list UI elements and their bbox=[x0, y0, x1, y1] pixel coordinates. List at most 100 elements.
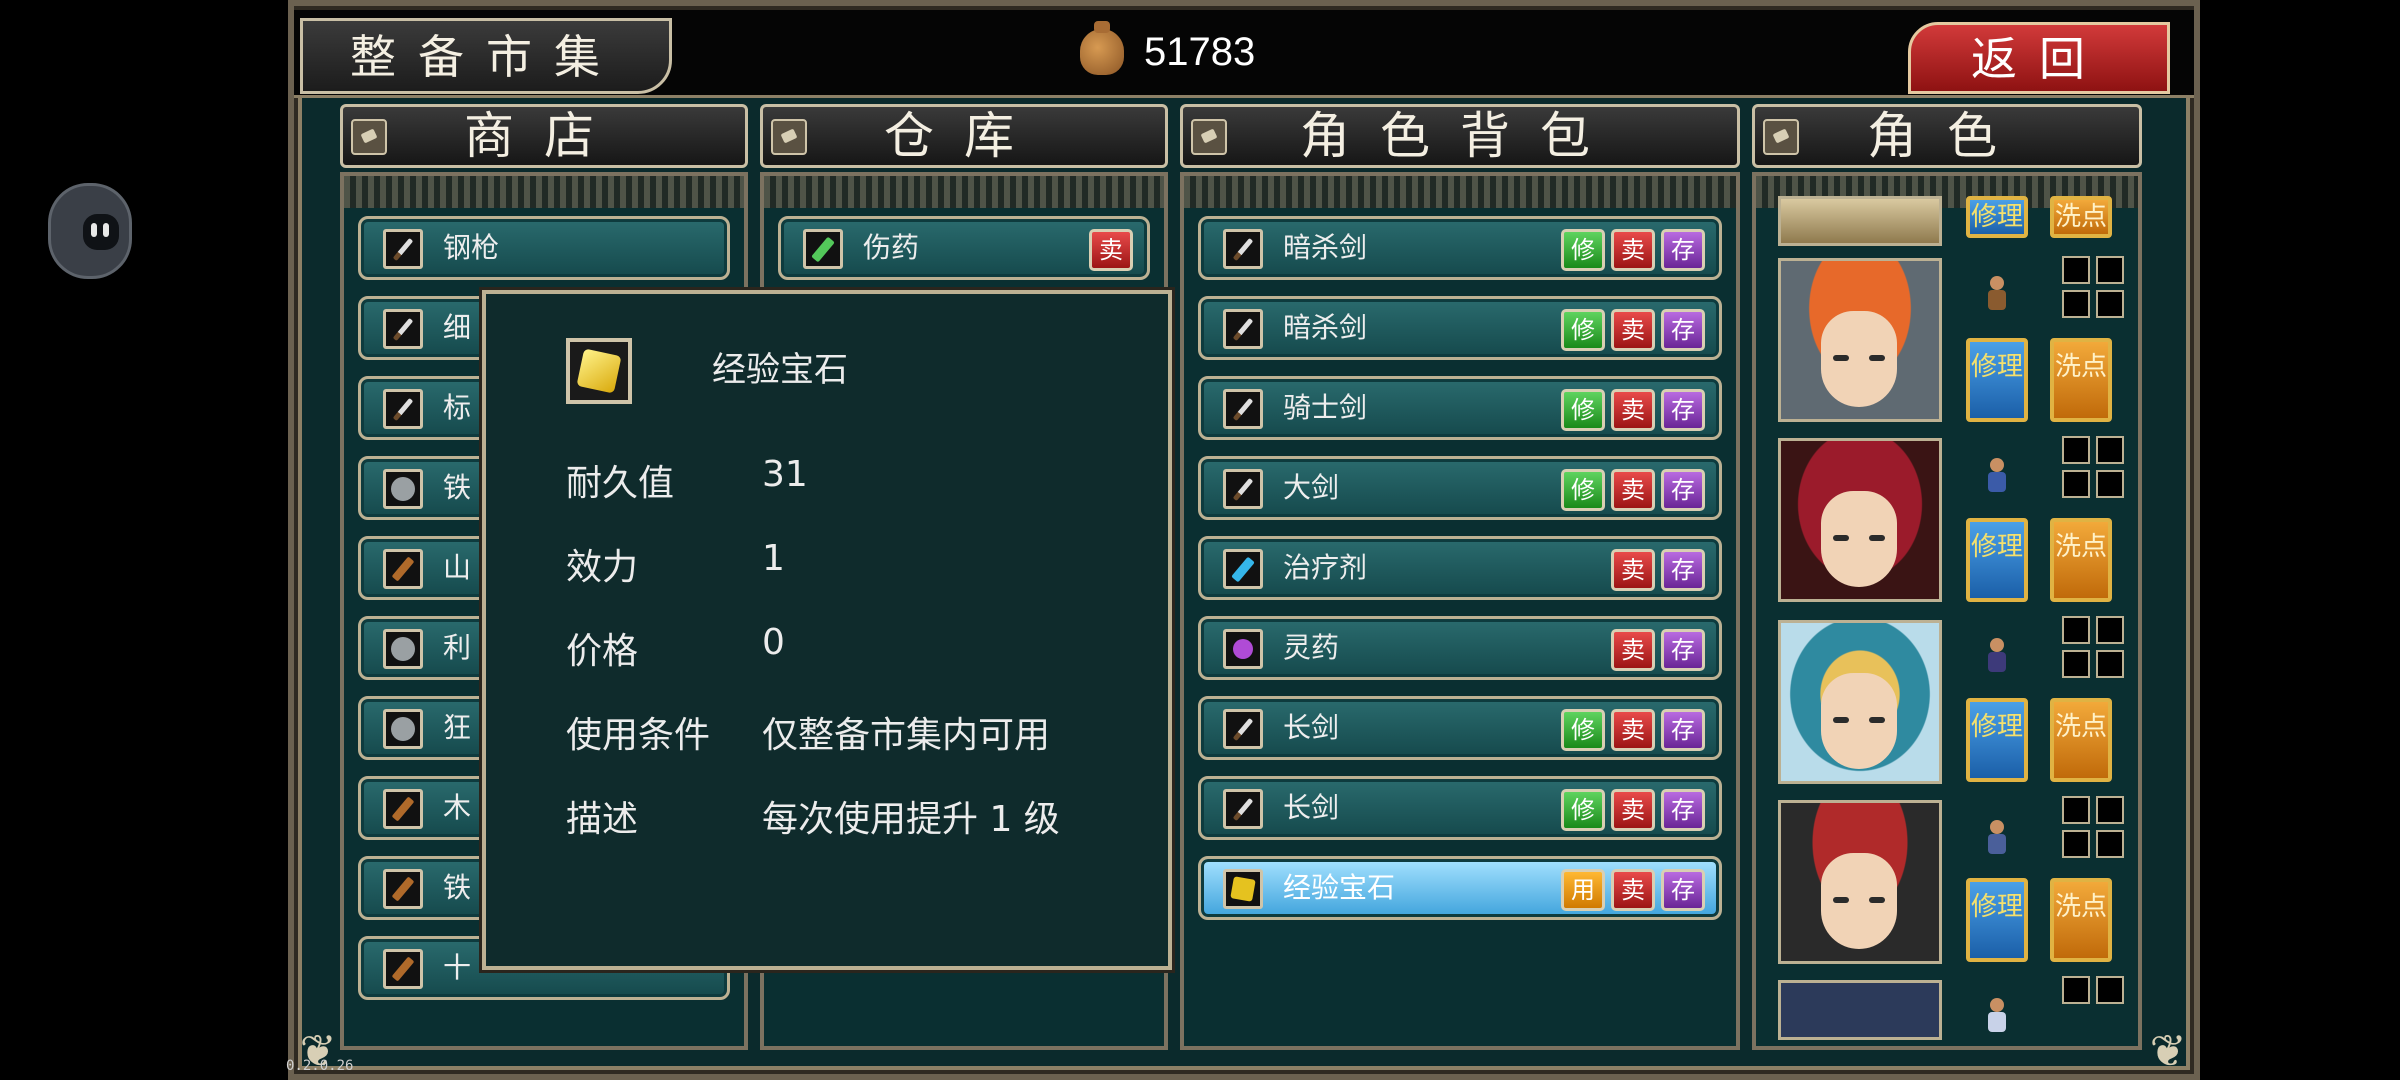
warehouse-item[interactable]: 伤药 卖 bbox=[778, 216, 1150, 280]
bag-item[interactable]: 骑士剑 修 卖 存 bbox=[1198, 376, 1722, 440]
character-portrait[interactable] bbox=[1778, 438, 1942, 602]
axe-icon bbox=[383, 469, 423, 509]
assassin-sword-icon bbox=[1223, 309, 1263, 349]
use-button[interactable]: 用 bbox=[1561, 869, 1605, 911]
bag-item[interactable]: 长剑 修 卖 存 bbox=[1198, 776, 1722, 840]
character-portrait[interactable] bbox=[1778, 258, 1942, 422]
condition-value: 仅整备市集内可用 bbox=[762, 715, 1051, 756]
item-detail-popup[interactable]: 经验宝石 耐久值 31 效力 1 价格 0 使用条件 仅整备市集内可用 描述 每… bbox=[482, 290, 1172, 970]
reset-points-button[interactable]: 洗点 bbox=[2050, 698, 2112, 782]
store-button[interactable]: 存 bbox=[1661, 549, 1705, 591]
sell-button[interactable]: 卖 bbox=[1089, 229, 1133, 271]
store-button[interactable]: 存 bbox=[1661, 469, 1705, 511]
reset-points-button[interactable]: 洗点 bbox=[2050, 518, 2112, 602]
bag-item-name: 暗杀剑 bbox=[1283, 311, 1368, 344]
sell-button[interactable]: 卖 bbox=[1611, 709, 1655, 751]
reset-points-button[interactable]: 洗点 bbox=[2050, 338, 2112, 422]
character-sprite bbox=[1978, 636, 2018, 676]
price-label: 价格 bbox=[566, 631, 639, 672]
bag-item[interactable]: 长剑 修 卖 存 bbox=[1198, 696, 1722, 760]
power-row: 效力 1 bbox=[566, 538, 785, 590]
store-button[interactable]: 存 bbox=[1661, 309, 1705, 351]
character-sprite bbox=[1978, 274, 2018, 314]
assassin-sword-icon bbox=[1223, 229, 1263, 269]
repair-button[interactable]: 修理 bbox=[1966, 878, 2028, 962]
sell-button[interactable]: 卖 bbox=[1611, 789, 1655, 831]
javelin-icon bbox=[383, 389, 423, 429]
rapier-icon bbox=[383, 309, 423, 349]
bag-item[interactable]: 大剑 修 卖 存 bbox=[1198, 456, 1722, 520]
roles-emblem-icon bbox=[1763, 119, 1799, 155]
store-button[interactable]: 存 bbox=[1661, 789, 1705, 831]
shop-item-name: 山 bbox=[443, 551, 472, 584]
reset-points-button[interactable]: 洗点 bbox=[2050, 196, 2112, 238]
durability-row: 耐久值 31 bbox=[566, 454, 808, 506]
sell-button[interactable]: 卖 bbox=[1611, 549, 1655, 591]
bag-item-name: 暗杀剑 bbox=[1283, 231, 1368, 264]
shop-item[interactable]: 钢枪 bbox=[358, 216, 730, 280]
sell-button[interactable]: 卖 bbox=[1611, 309, 1655, 351]
sell-button[interactable]: 卖 bbox=[1611, 869, 1655, 911]
bag-item[interactable]: 暗杀剑 修 卖 存 bbox=[1198, 296, 1722, 360]
repair-button[interactable]: 修 bbox=[1561, 789, 1605, 831]
tab-warehouse-label: 仓库 bbox=[884, 107, 1044, 165]
repair-button[interactable]: 修 bbox=[1561, 389, 1605, 431]
equip-slots bbox=[2062, 616, 2124, 678]
money-amount: 51783 bbox=[1144, 29, 1256, 74]
condition-label: 使用条件 bbox=[566, 715, 711, 756]
character-portrait[interactable] bbox=[1778, 620, 1942, 784]
character-sprite bbox=[1978, 818, 2018, 858]
sell-button[interactable]: 卖 bbox=[1611, 229, 1655, 271]
condition-row: 使用条件 仅整备市集内可用 bbox=[566, 706, 1050, 758]
hatchet-icon bbox=[383, 549, 423, 589]
bag-item-name: 大剑 bbox=[1283, 471, 1340, 504]
store-button[interactable]: 存 bbox=[1661, 869, 1705, 911]
shop-item-name: 利 bbox=[443, 631, 472, 664]
character-sprite bbox=[1978, 996, 2018, 1036]
crossbow-icon bbox=[383, 949, 423, 989]
exp-gem-icon bbox=[566, 338, 632, 404]
back-button[interactable]: 返回 bbox=[1908, 22, 2170, 94]
sell-button[interactable]: 卖 bbox=[1611, 469, 1655, 511]
bag-item[interactable]: 暗杀剑 修 卖 存 bbox=[1198, 216, 1722, 280]
tab-bag[interactable]: 角色背包 bbox=[1180, 104, 1740, 168]
character-portrait[interactable] bbox=[1778, 196, 1942, 246]
tab-roles[interactable]: 角色 bbox=[1752, 104, 2142, 168]
repair-all-button[interactable]: 修理 bbox=[1966, 196, 2028, 238]
repair-button[interactable]: 修 bbox=[1561, 229, 1605, 271]
spear-icon bbox=[383, 229, 423, 269]
shop-item-name: 钢枪 bbox=[443, 231, 500, 264]
tab-shop[interactable]: 商店 bbox=[340, 104, 748, 168]
potion-icon bbox=[803, 229, 843, 269]
bag-item[interactable]: 治疗剂 卖 存 bbox=[1198, 536, 1722, 600]
warehouse-item-name: 伤药 bbox=[863, 231, 920, 264]
reset-points-button[interactable]: 洗点 bbox=[2050, 878, 2112, 962]
repair-button[interactable]: 修理 bbox=[1966, 338, 2028, 422]
shop-item-name: 木 bbox=[443, 791, 472, 824]
bag-item-name: 治疗剂 bbox=[1283, 551, 1368, 584]
sell-button[interactable]: 卖 bbox=[1611, 629, 1655, 671]
panel-trim bbox=[764, 176, 1164, 208]
character-portrait[interactable] bbox=[1778, 980, 1942, 1040]
tab-warehouse[interactable]: 仓库 bbox=[760, 104, 1168, 168]
character-portrait[interactable] bbox=[1778, 800, 1942, 964]
repair-button[interactable]: 修 bbox=[1561, 709, 1605, 751]
store-button[interactable]: 存 bbox=[1661, 389, 1705, 431]
berserk-axe-icon bbox=[383, 709, 423, 749]
store-button[interactable]: 存 bbox=[1661, 709, 1705, 751]
floating-assistant-button[interactable] bbox=[48, 183, 132, 279]
bag-item[interactable]: 灵药 卖 存 bbox=[1198, 616, 1722, 680]
repair-button[interactable]: 修 bbox=[1561, 309, 1605, 351]
durability-label: 耐久值 bbox=[566, 463, 675, 504]
description-row: 描述 每次使用提升 1 级 bbox=[566, 790, 1060, 842]
repair-button[interactable]: 修 bbox=[1561, 469, 1605, 511]
store-button[interactable]: 存 bbox=[1661, 629, 1705, 671]
bag-item-name: 灵药 bbox=[1283, 631, 1340, 664]
sell-button[interactable]: 卖 bbox=[1611, 389, 1655, 431]
elixir-icon bbox=[1223, 629, 1263, 669]
repair-button[interactable]: 修理 bbox=[1966, 518, 2028, 602]
popup-item-name: 经验宝石 bbox=[712, 350, 848, 390]
repair-button[interactable]: 修理 bbox=[1966, 698, 2028, 782]
bag-item-selected[interactable]: 经验宝石 用 卖 存 bbox=[1198, 856, 1722, 920]
store-button[interactable]: 存 bbox=[1661, 229, 1705, 271]
